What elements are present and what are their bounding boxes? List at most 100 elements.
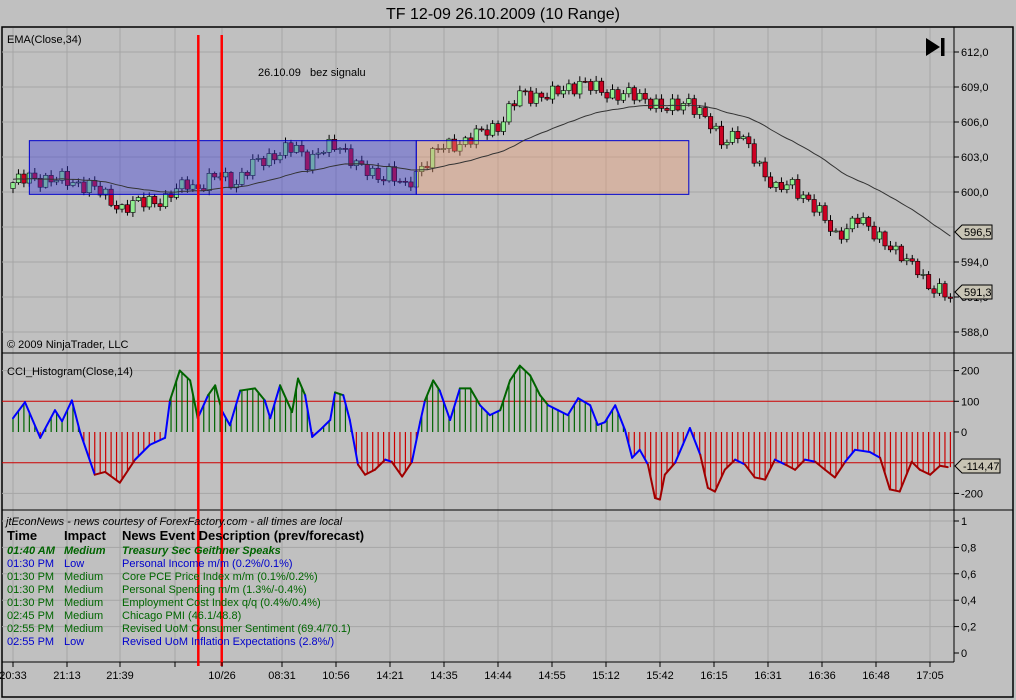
- candle-up: [724, 142, 730, 146]
- news-time: 02:55 PM: [7, 623, 54, 635]
- news-event: Revised UoM Consumer Sentiment (69.4/70.…: [122, 623, 351, 635]
- candle-down: [887, 245, 893, 251]
- copyright-text: © 2009 NinjaTrader, LLC: [7, 339, 128, 351]
- news-header-time: Time: [7, 528, 37, 543]
- news-time: 02:45 PM: [7, 610, 54, 622]
- candle-up: [877, 231, 883, 240]
- candle-up: [833, 230, 839, 233]
- news-impact: Low: [64, 558, 84, 570]
- time-axis-label: 16:15: [700, 670, 728, 682]
- candle-up: [626, 87, 632, 95]
- ema-value-badge: 596,5: [954, 224, 993, 240]
- time-axis-label: 16:48: [862, 670, 890, 682]
- price-axis-label: 600,0: [961, 187, 989, 199]
- svg-text:591,3: 591,3: [964, 287, 992, 299]
- chart-annotation: 26.10.09 bez signalu: [258, 67, 366, 79]
- ema-indicator-label: EMA(Close,34): [7, 34, 82, 46]
- news-axis-label: 0: [961, 648, 967, 660]
- price-axis-label: 606,0: [961, 117, 989, 129]
- chart-window[interactable]: TF 12-09 26.10.2009 (10 Range) 612,0 609,…: [0, 0, 1016, 700]
- candle-down: [768, 176, 774, 188]
- candle-up: [560, 90, 566, 95]
- news-event: Revised UoM Inflation Expectations (2.8%…: [122, 636, 334, 648]
- news-event: Core PCE Price Index m/m (0.1%/0.2%): [122, 571, 318, 583]
- candle-up: [593, 80, 599, 91]
- candle-down: [735, 131, 741, 139]
- candle-down: [691, 98, 697, 115]
- candle-down: [947, 296, 953, 299]
- time-axis-label: 08:31: [268, 670, 296, 682]
- news-time: 01:30 PM: [7, 597, 54, 609]
- candle-down: [659, 98, 665, 109]
- time-axis-label: 21:13: [53, 670, 81, 682]
- news-row: 01:40 AM Medium Treasury Sec Geithner Spea…: [7, 545, 281, 557]
- candle-up: [119, 204, 125, 210]
- news-time: 01:30 PM: [7, 558, 54, 570]
- candle-down: [675, 98, 681, 111]
- candle-up: [860, 217, 866, 224]
- candle-up: [15, 173, 21, 183]
- news-event: Personal Income m/m (0.2%/0.1%): [122, 558, 293, 570]
- candle-up: [517, 90, 523, 107]
- cci-axis-label: 100: [961, 396, 979, 408]
- candle-down: [484, 129, 490, 136]
- price-axis-label: 609,0: [961, 82, 989, 94]
- candle-down: [795, 179, 801, 199]
- cci-axis-label: 200: [961, 366, 979, 378]
- news-event: Treasury Sec Geithner Speaks: [122, 545, 281, 557]
- time-axis-label: 14:21: [376, 670, 404, 682]
- candle-down: [599, 80, 605, 93]
- zone-overlays: [28, 140, 690, 195]
- news-source: jtEconNews - news courtesy of ForexFacto…: [4, 516, 343, 528]
- candle-down: [718, 125, 724, 146]
- candle-down: [157, 203, 163, 207]
- candle-down: [778, 181, 784, 190]
- last-price-badge: 591,3: [954, 284, 993, 300]
- candle-down: [124, 204, 130, 213]
- candle-down: [528, 90, 534, 104]
- news-row: 01:30 PM Medium Core PCE Price Index m/m (…: [7, 571, 318, 583]
- news-event: Chicago PMI (46.1/48.8): [122, 610, 241, 622]
- candle-down: [811, 199, 817, 213]
- candle-up: [697, 107, 703, 115]
- candle-up: [620, 93, 626, 101]
- news-header-event: News Event Description (prev/forecast): [122, 528, 364, 543]
- time-axis-label: 16:31: [754, 670, 782, 682]
- candle-up: [10, 182, 16, 189]
- candle-up: [713, 125, 719, 130]
- candle-down: [582, 81, 588, 83]
- time-axis-label: 20:33: [0, 670, 27, 682]
- candle-down: [882, 231, 888, 247]
- time-axis-label: 14:35: [430, 670, 458, 682]
- orange-zone: [415, 140, 690, 195]
- news-impact: Medium: [64, 571, 103, 583]
- news-time: 02:55 PM: [7, 636, 54, 648]
- svg-text:596,5: 596,5: [964, 227, 992, 239]
- candle-up: [817, 205, 823, 213]
- time-axis-label: 17:05: [916, 670, 944, 682]
- candle-up: [130, 200, 136, 213]
- cci-line-segment: [939, 464, 949, 469]
- time-axis-label: 15:42: [646, 670, 674, 682]
- news-impact: Medium: [64, 584, 103, 596]
- candle-up: [163, 193, 169, 207]
- candle-down: [942, 283, 948, 298]
- candle-down: [806, 194, 812, 200]
- candle-down: [838, 230, 844, 240]
- news-row: 01:30 PM Medium Personal Spending m/m (1.3…: [7, 584, 307, 596]
- candle-up: [490, 123, 496, 136]
- candle-up: [669, 98, 675, 111]
- candle-down: [522, 90, 528, 93]
- candle-up: [844, 228, 850, 240]
- price-axis-label: 594,0: [961, 257, 989, 269]
- candle-up: [729, 131, 735, 143]
- candle-up: [146, 196, 152, 208]
- cci-axis-label: 0: [961, 427, 967, 439]
- candle-down: [751, 143, 757, 164]
- candle-down: [495, 123, 501, 132]
- cci-value-badge: -114,47: [954, 458, 1001, 474]
- candle-up: [789, 179, 795, 186]
- candle-up: [904, 258, 910, 262]
- time-axis-label: 14:44: [484, 670, 512, 682]
- news-row: 01:30 PM Low Personal Income m/m (0.2%/0.1…: [7, 558, 293, 570]
